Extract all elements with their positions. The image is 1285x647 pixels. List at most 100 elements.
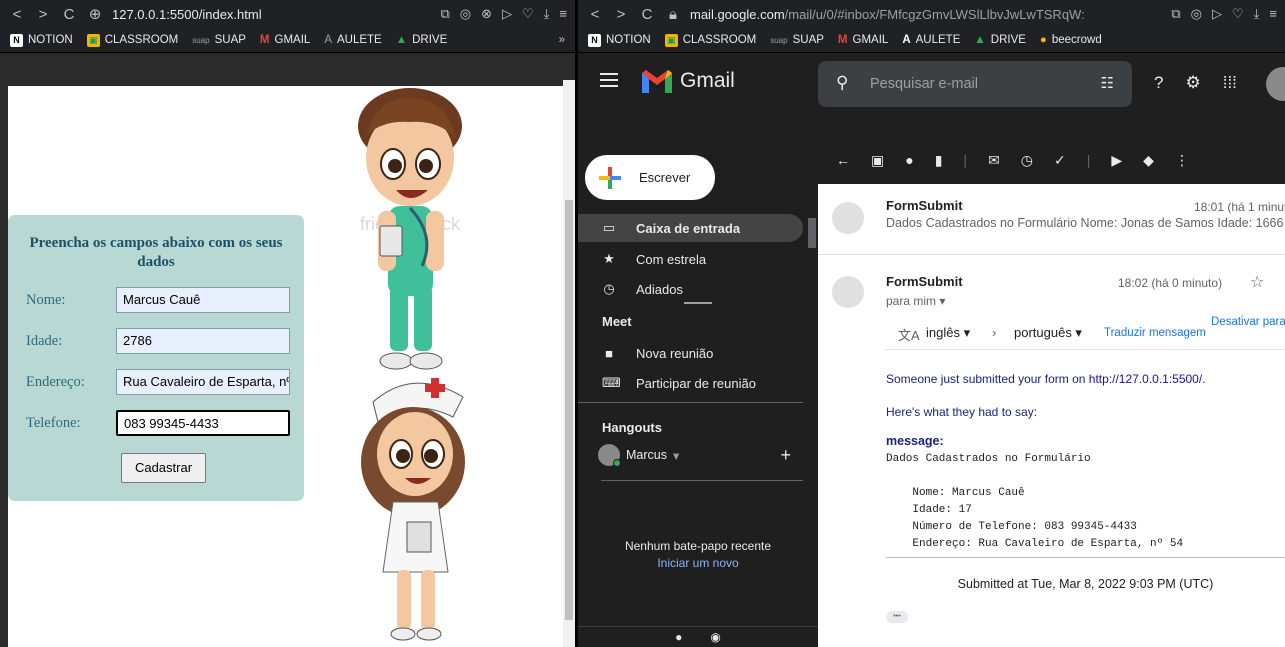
message-divider	[818, 254, 1285, 255]
bookmark-gmail[interactable]: M GMAIL	[260, 34, 310, 46]
bookmark-classroom[interactable]: ▣ CLASSROOM	[86, 33, 178, 47]
search-input[interactable]: Pesquisar e-mail	[870, 76, 978, 92]
translate-bar: 文A inglês ▾ › português ▾ Traduzir mensa…	[886, 316, 1285, 350]
bookmark-drive[interactable]: ▲ DRIVE	[974, 34, 1026, 46]
filter-options-icon[interactable]: ☷	[1101, 74, 1114, 92]
recipient-dropdown[interactable]: para mim ▾	[886, 294, 945, 308]
back-icon[interactable]: <	[586, 6, 604, 23]
bookmark-suap[interactable]: suap SUAP	[192, 34, 246, 46]
sender-name[interactable]: FormSubmit	[886, 198, 963, 213]
reload-icon[interactable]: C	[638, 6, 656, 23]
chat-icon[interactable]: ◉	[710, 630, 720, 644]
site-info-icon[interactable]: ⊕	[86, 5, 104, 23]
reading-pane: FormSubmit 18:01 (há 1 minut Dados Cadas…	[818, 184, 1285, 647]
drive-icon: ▲	[974, 34, 986, 46]
download-icon[interactable]: ⤓	[1254, 6, 1260, 22]
heart-icon[interactable]: ♡	[1232, 6, 1244, 22]
back-arrow-icon[interactable]: ←	[836, 152, 850, 168]
bookmark-drive[interactable]: ▲ DRIVE	[396, 34, 448, 46]
share-icon[interactable]: ⧉	[1171, 6, 1180, 22]
sidebar-scrollbar-thumb[interactable]	[808, 218, 816, 248]
bookmark-classroom[interactable]: ▣ CLASSROOM	[664, 33, 756, 47]
compose-button[interactable]: Escrever	[585, 155, 715, 200]
source-language-select[interactable]: inglês ▾	[926, 325, 970, 341]
disable-translate-link[interactable]: Desativar para	[1211, 316, 1285, 328]
bookmark-beecrowd[interactable]: ● beecrowd	[1040, 34, 1102, 46]
back-icon[interactable]: <	[8, 6, 26, 23]
more-vert-icon[interactable]: ⋮	[1175, 152, 1189, 169]
bookmark-aulete[interactable]: A AULETE	[324, 34, 381, 46]
bookmark-suap[interactable]: suap SUAP	[770, 34, 824, 46]
mark-unread-icon[interactable]: ✉	[988, 152, 1000, 169]
screenshot-icon[interactable]: ◎	[1191, 6, 1202, 22]
show-trimmed-content-button[interactable]: •••	[886, 611, 908, 623]
sidebar-collapse-handle[interactable]	[684, 302, 712, 304]
reload-icon[interactable]: C	[60, 6, 78, 23]
bookmark-aulete[interactable]: A AULETE	[902, 34, 960, 46]
address-bar[interactable]: mail.google.com/mail/u/0/#inbox/FMfcgzGm…	[690, 7, 1163, 22]
forward-icon[interactable]: >	[34, 6, 52, 23]
aulete-icon: A	[324, 34, 332, 46]
snooze-icon[interactable]: ◷	[1021, 152, 1033, 169]
share-icon[interactable]: ⧉	[440, 6, 449, 22]
no-chat-text: Nenhum bate-papo recente	[624, 539, 772, 553]
start-new-chat-link[interactable]: Iniciar um novo	[578, 556, 818, 570]
avatar[interactable]	[1266, 67, 1285, 101]
nav-item-join-meeting[interactable]: ⌨ Participar de reunião	[578, 369, 803, 397]
lock-icon[interactable]: 🔒︎	[664, 6, 682, 23]
target-language-select[interactable]: português ▾	[1014, 325, 1082, 341]
screenshot-icon[interactable]: ◎	[460, 6, 471, 22]
form-row-idade: Idade: 2786	[26, 328, 290, 354]
nav-item-snoozed[interactable]: ◷ Adiados	[578, 275, 803, 303]
message-snippet[interactable]: Dados Cadastrados no Formulário Nome: Jo…	[886, 216, 1283, 230]
send-icon[interactable]: ▷	[1212, 6, 1222, 22]
hangouts-user[interactable]: Marcus ▾ +	[598, 443, 803, 467]
form-row-nome: Nome: Marcus Cauê	[26, 287, 290, 313]
download-icon[interactable]: ⤓	[544, 6, 550, 22]
archive-icon[interactable]: ▣	[871, 152, 884, 169]
page-scrollbar[interactable]	[563, 80, 575, 647]
nav-item-new-meeting[interactable]: ■ Nova reunião	[578, 339, 803, 367]
scrollbar-thumb[interactable]	[565, 200, 573, 620]
form-url-link[interactable]: http://127.0.0.1:5500/	[1089, 372, 1202, 386]
settings-gear-icon[interactable]: ⚙	[1185, 73, 1200, 93]
telefone-input[interactable]: 083 99345-4433	[116, 410, 290, 436]
bookmark-gmail[interactable]: M GMAIL	[838, 34, 888, 46]
clock-icon: ◷	[603, 281, 615, 296]
endereco-input[interactable]: Rua Cavaleiro de Esparta, nº	[116, 369, 290, 395]
search-box[interactable]: ⚲ Pesquisar e-mail ☷	[818, 61, 1132, 107]
heart-icon[interactable]: ♡	[522, 6, 534, 22]
help-icon[interactable]: ?	[1154, 73, 1163, 93]
address-bar[interactable]: 127.0.0.1:5500/index.html	[112, 7, 432, 22]
video-icon: ■	[605, 345, 613, 361]
forward-icon[interactable]: >	[612, 6, 630, 23]
gmail-logo[interactable]: Gmail	[642, 69, 735, 93]
person-icon[interactable]: ●	[675, 630, 682, 644]
cadastrar-button[interactable]: Cadastrar	[121, 453, 206, 483]
bookmarks-overflow-icon[interactable]: »	[559, 34, 565, 46]
nome-label: Nome:	[26, 291, 66, 308]
submission-divider	[886, 557, 1285, 558]
bookmark-notion[interactable]: N NOTION	[588, 33, 651, 47]
block-icon[interactable]: ⊗	[481, 6, 492, 22]
send-icon[interactable]: ▷	[502, 6, 512, 22]
apps-grid-icon[interactable]: ⁞⁞⁞	[1223, 73, 1237, 93]
menu-icon[interactable]: ≡	[559, 6, 567, 22]
menu-icon[interactable]: ≡	[1269, 6, 1277, 22]
move-to-icon[interactable]: ▶	[1111, 152, 1122, 169]
bookmark-notion[interactable]: N NOTION	[10, 33, 73, 47]
nav-item-starred[interactable]: ★ Com estrela	[578, 245, 803, 273]
main-menu-icon[interactable]	[600, 73, 618, 87]
search-icon[interactable]: ⚲	[836, 73, 848, 93]
star-icon[interactable]: ☆	[1250, 272, 1264, 292]
add-task-icon[interactable]: ✓	[1054, 152, 1066, 169]
add-contact-icon[interactable]: +	[780, 445, 791, 466]
nome-input[interactable]: Marcus Cauê	[116, 287, 290, 313]
idade-input[interactable]: 2786	[116, 328, 290, 354]
nav-item-inbox[interactable]: ▭ Caixa de entrada	[578, 214, 803, 242]
translate-message-link[interactable]: Traduzir mensagem	[1104, 327, 1206, 339]
report-spam-icon[interactable]: ●	[905, 152, 913, 168]
delete-icon[interactable]: ▮	[935, 152, 943, 169]
label-icon[interactable]: ◆	[1143, 152, 1154, 169]
sender-name[interactable]: FormSubmit	[886, 274, 963, 289]
